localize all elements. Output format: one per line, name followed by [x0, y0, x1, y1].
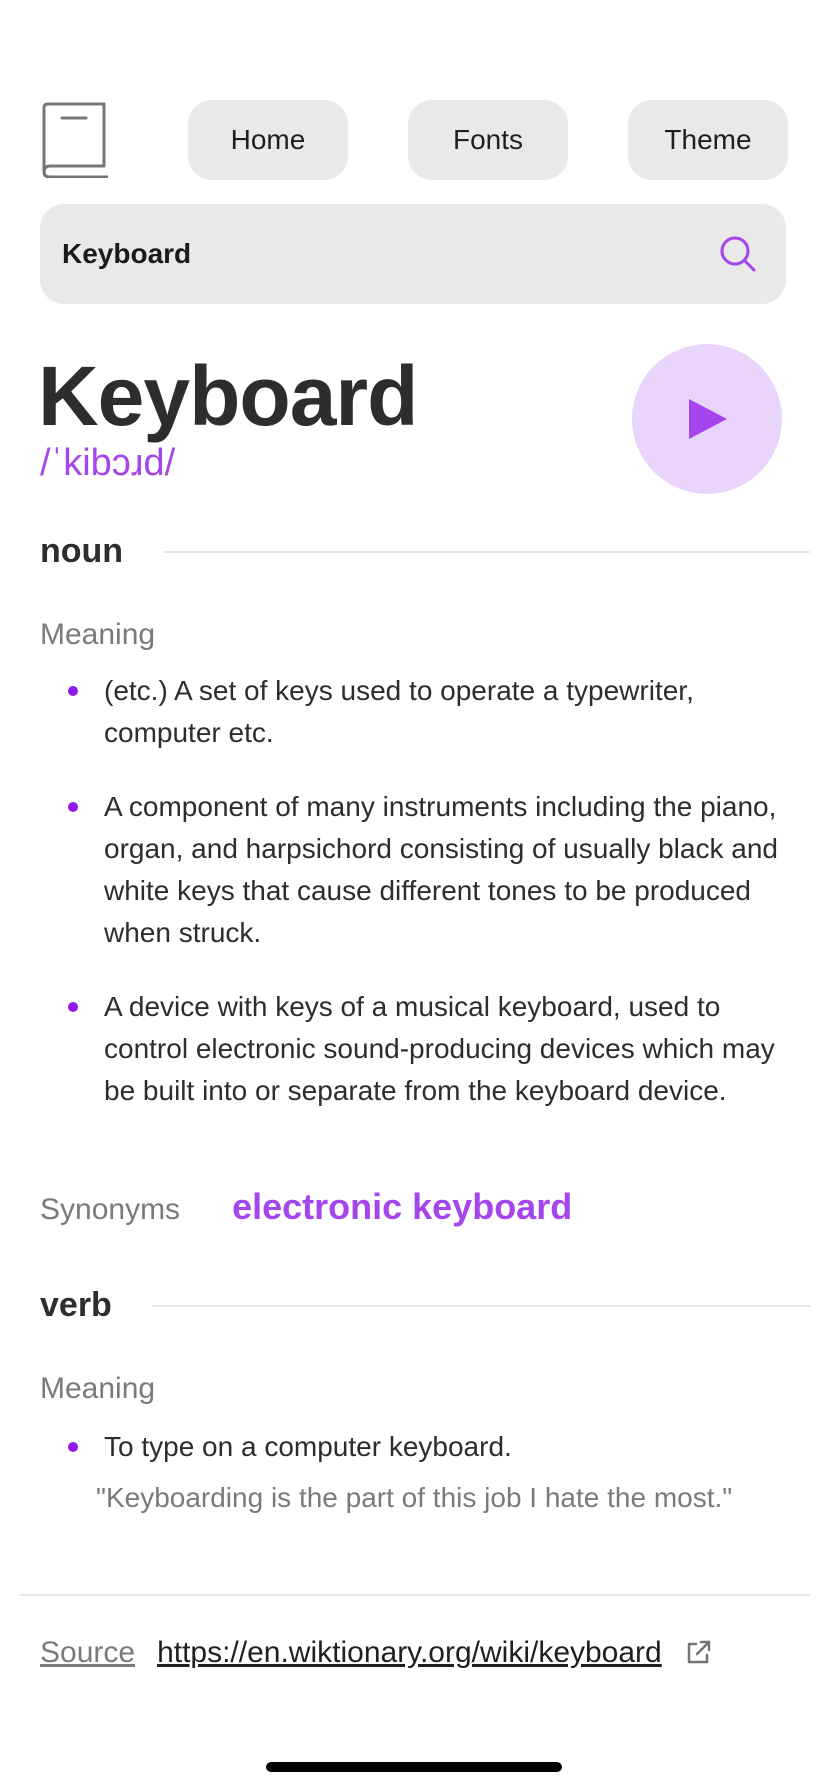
bullet-icon — [68, 1002, 78, 1012]
nav-home-button[interactable]: Home — [188, 100, 348, 180]
synonyms-row: Synonyms electronic keyboard — [40, 1186, 572, 1228]
source-label: Source — [40, 1636, 136, 1669]
definition-text: (etc.) A set of keys used to operate a t… — [104, 675, 694, 748]
external-link-icon[interactable] — [684, 1639, 712, 1667]
source-row: Source https://en.wiktionary.org/wiki/ke… — [40, 1636, 712, 1670]
definition-text: A component of many instruments includin… — [104, 791, 778, 948]
part-of-speech-label: noun — [40, 532, 124, 570]
header: Home Fonts Theme — [40, 100, 788, 180]
synonym-link[interactable]: electronic keyboard — [232, 1186, 572, 1228]
meaning-label: Meaning — [40, 618, 156, 651]
definition-item: (etc.) A set of keys used to operate a t… — [40, 670, 780, 754]
bullet-icon — [68, 1442, 78, 1452]
nav-fonts-button[interactable]: Fonts — [408, 100, 568, 180]
footer-divider — [20, 1594, 810, 1596]
phonetic: /ˈkibɔɹd/ — [40, 442, 176, 484]
home-indicator[interactable] — [266, 1762, 562, 1772]
play-button[interactable] — [632, 344, 782, 494]
divider-line — [151, 1304, 810, 1307]
definition-item: To type on a computer keyboard. — [40, 1426, 780, 1468]
search-icon[interactable] — [718, 234, 758, 274]
meaning-label: Meaning — [40, 1372, 156, 1405]
definition-text: To type on a computer keyboard. — [104, 1431, 512, 1462]
dictionary-page: Home Fonts Theme Keyboard /ˈkibɔɹd/ noun… — [0, 0, 828, 1792]
definition-item: A device with keys of a musical keyboard… — [40, 986, 780, 1112]
noun-heading: noun — [40, 532, 810, 571]
synonyms-label: Synonyms — [40, 1193, 181, 1226]
verb-heading: verb — [40, 1286, 810, 1325]
play-icon — [689, 399, 727, 439]
part-of-speech-label: verb — [40, 1286, 112, 1324]
nav-theme-button[interactable]: Theme — [628, 100, 788, 180]
bullet-icon — [68, 802, 78, 812]
definition-text: A device with keys of a musical keyboard… — [104, 991, 775, 1106]
bullet-icon — [68, 686, 78, 696]
definition-item: A component of many instruments includin… — [40, 786, 780, 954]
noun-definitions: (etc.) A set of keys used to operate a t… — [40, 670, 780, 1144]
source-link[interactable]: https://en.wiktionary.org/wiki/keyboard — [157, 1636, 662, 1670]
search-input[interactable] — [62, 238, 718, 270]
divider-line — [163, 550, 810, 553]
example-sentence: "Keyboarding is the part of this job I h… — [96, 1482, 733, 1513]
book-icon[interactable] — [40, 102, 108, 178]
search-bar — [40, 204, 786, 304]
word-title: Keyboard — [38, 349, 418, 443]
